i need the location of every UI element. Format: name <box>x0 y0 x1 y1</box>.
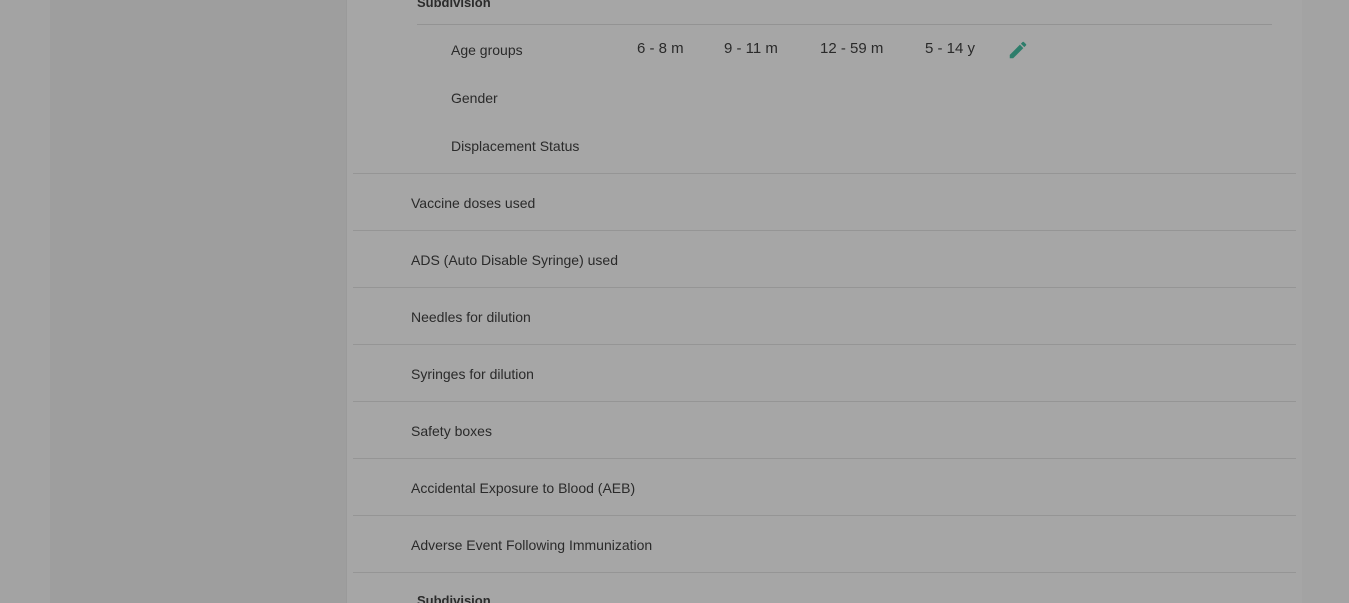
age-group-value: 5 - 14 y <box>925 40 976 57</box>
pencil-icon <box>1009 41 1027 59</box>
item-syringes-for-dilution[interactable]: Syringes for dilution <box>411 366 534 382</box>
item-adverse-event[interactable]: Adverse Event Following Immunization <box>411 537 652 553</box>
age-group-value: 12 - 59 m <box>820 40 884 57</box>
item-ads-used[interactable]: ADS (Auto Disable Syringe) used <box>411 252 618 268</box>
row-divider <box>353 173 1296 174</box>
sidebar <box>50 0 347 603</box>
main-panel: Subdivision Age groups 6 - 8 m 9 - 11 m … <box>347 0 1302 603</box>
age-group-value: 6 - 8 m <box>637 40 684 57</box>
row-divider <box>353 287 1296 288</box>
row-divider <box>353 401 1296 402</box>
subdivision-heading: Subdivision <box>417 593 491 603</box>
dimension-gender: Gender <box>451 90 498 106</box>
right-gutter <box>1302 0 1349 603</box>
age-group-value: 9 - 11 m <box>724 40 778 57</box>
dimension-age-groups: Age groups <box>451 42 523 58</box>
item-vaccine-doses-used[interactable]: Vaccine doses used <box>411 195 535 211</box>
subdivision-divider <box>417 24 1272 25</box>
row-divider <box>353 344 1296 345</box>
row-divider <box>353 515 1296 516</box>
item-safety-boxes[interactable]: Safety boxes <box>411 423 492 439</box>
item-accidental-exposure[interactable]: Accidental Exposure to Blood (AEB) <box>411 480 635 496</box>
dimension-displacement-status: Displacement Status <box>451 138 580 154</box>
row-divider <box>353 572 1296 573</box>
left-gutter <box>0 0 50 603</box>
item-needles-for-dilution[interactable]: Needles for dilution <box>411 309 531 325</box>
row-divider <box>353 230 1296 231</box>
edit-age-groups-button[interactable] <box>1007 39 1029 61</box>
row-divider <box>353 458 1296 459</box>
subdivision-heading: Subdivision <box>417 0 491 10</box>
page: Subdivision Age groups 6 - 8 m 9 - 11 m … <box>0 0 1349 603</box>
